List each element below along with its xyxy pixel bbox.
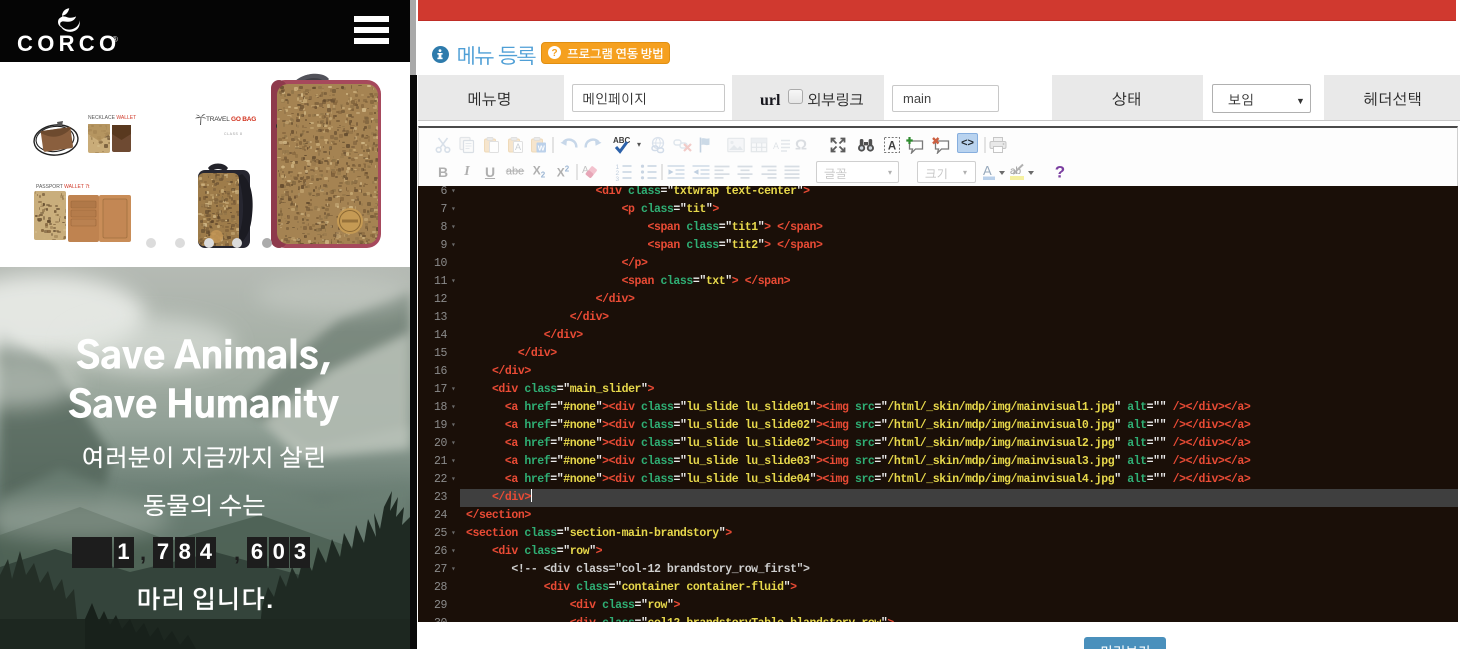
svg-text:W: W bbox=[538, 143, 546, 152]
svg-text:A: A bbox=[515, 142, 521, 152]
svg-text:A: A bbox=[773, 141, 779, 151]
svg-text:A: A bbox=[983, 163, 992, 178]
svg-text:ABC: ABC bbox=[613, 136, 631, 145]
svg-text:A: A bbox=[888, 141, 896, 153]
svg-text:3: 3 bbox=[616, 176, 620, 181]
